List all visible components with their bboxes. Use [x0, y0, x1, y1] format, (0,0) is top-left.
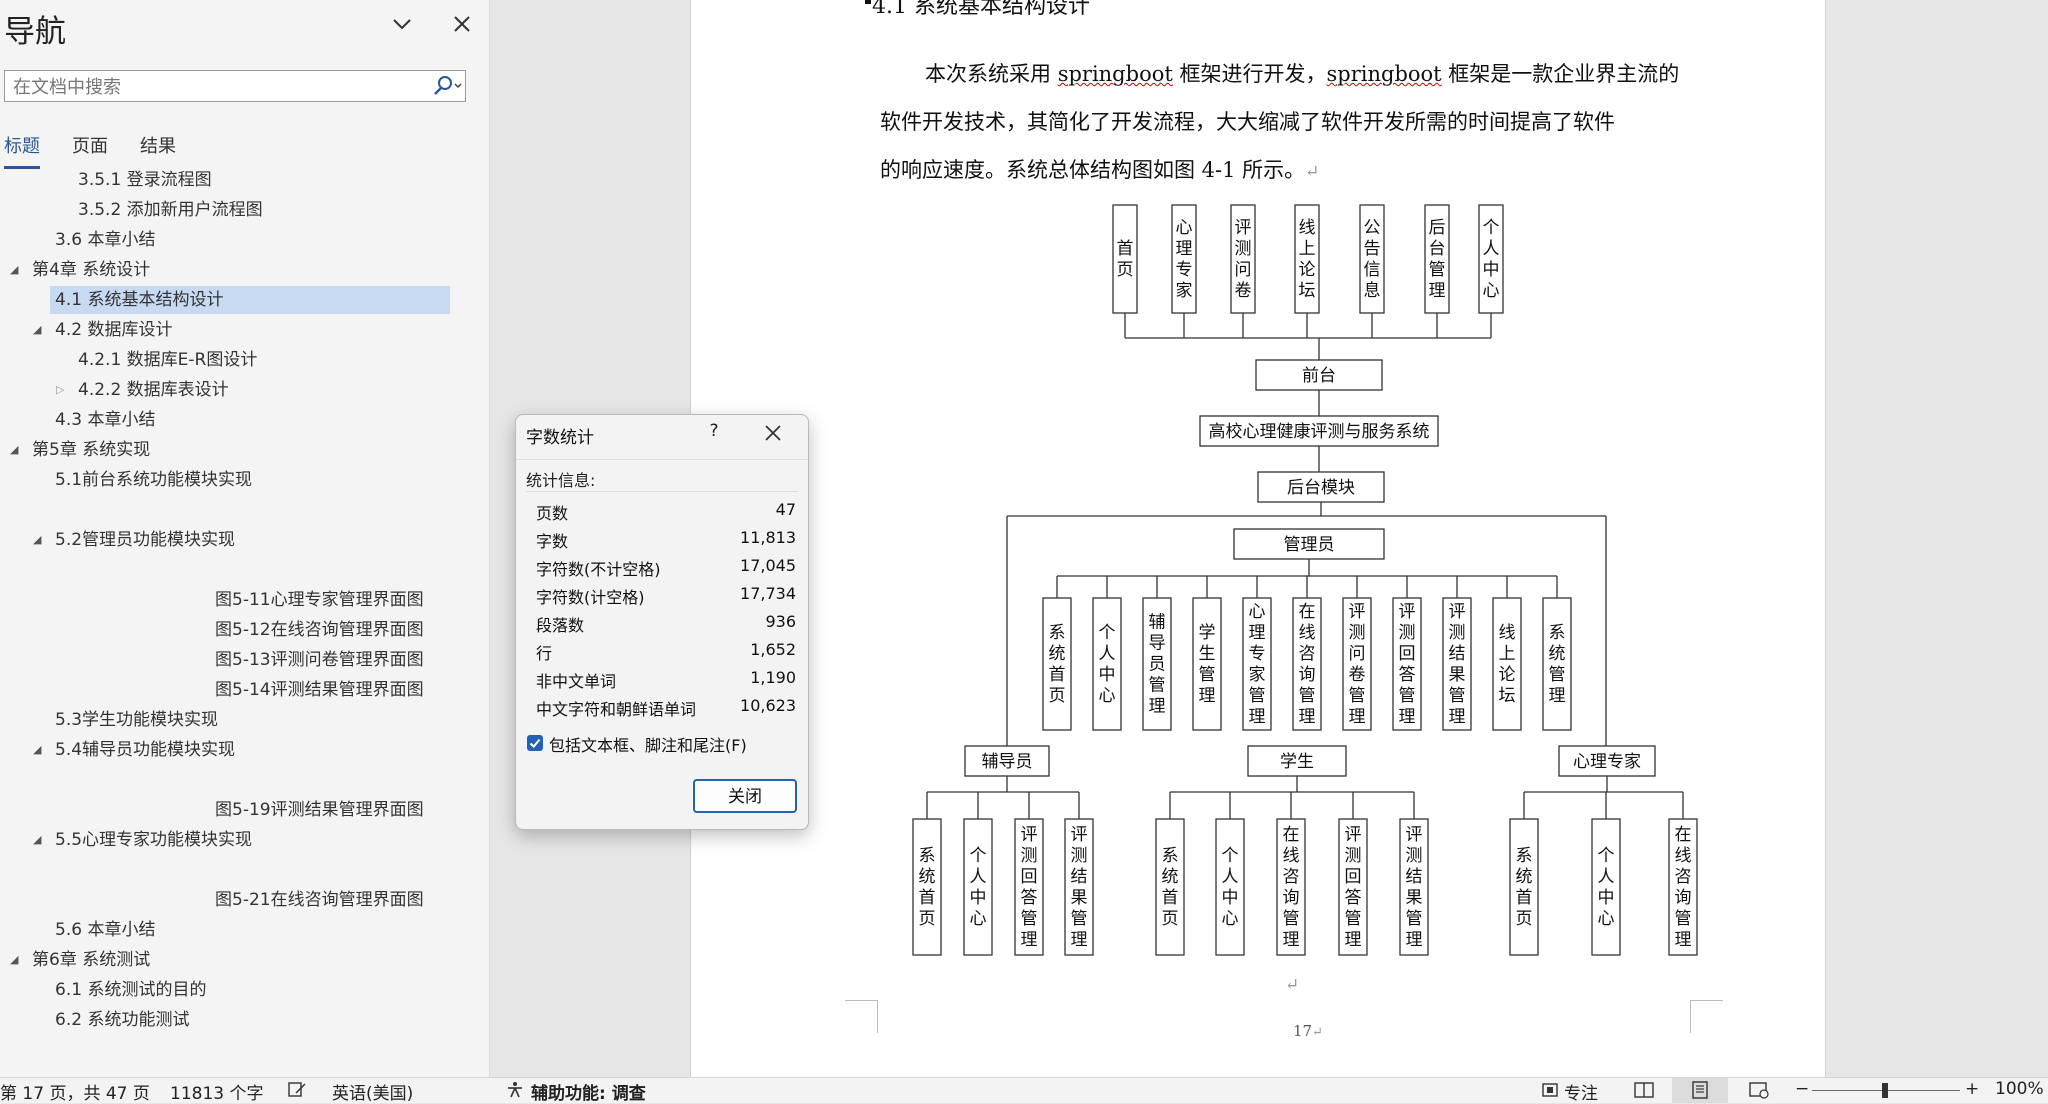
stat-row: 字数 11,813 — [536, 528, 796, 551]
tree-item[interactable]: 3.5.2 添加新用户流程图 — [78, 196, 263, 224]
expanded-triangle-icon[interactable]: ◢ — [33, 736, 41, 764]
tab-pages[interactable]: 页面 — [72, 132, 108, 166]
zoom-slider-thumb[interactable] — [1882, 1083, 1888, 1098]
navigation-pane: 导航 标题 页面 结果 3.5.1 登录流程图 3.5.2 添加新用户流程图 3… — [0, 0, 490, 1077]
zoom-level[interactable]: 100% — [1995, 1079, 2044, 1099]
expanded-triangle-icon[interactable]: ◢ — [10, 256, 18, 284]
expanded-triangle-icon[interactable]: ◢ — [33, 826, 41, 854]
stat-row: 字符数(计空格) 17,734 — [536, 584, 796, 607]
collapsed-triangle-icon[interactable]: ▷ — [56, 376, 64, 404]
tab-headings[interactable]: 标题 — [4, 132, 40, 169]
status-bar: 第 17 页，共 47 页 11813 个字 英语(美国) 辅助功能: 调查 专… — [0, 1077, 2048, 1104]
crop-mark — [1690, 1000, 1723, 1033]
tree-item[interactable]: 图5-11心理专家管理界面图 — [215, 586, 424, 614]
tree-item[interactable]: 5.5心理专家功能模块实现 — [55, 826, 252, 854]
tree-item[interactable]: 图5-21在线咨询管理界面图 — [215, 886, 424, 914]
tree-item[interactable]: 第4章 系统设计 — [32, 256, 150, 284]
stats-label: 统计信息: — [526, 471, 596, 490]
zoom-out-button[interactable]: − — [1795, 1079, 1809, 1099]
paragraph-line: 软件开发技术，其简化了开发流程，大大缩减了软件开发所需的时间提高了软件 — [880, 110, 1615, 134]
tree-item[interactable]: 图5-14评测结果管理界面图 — [215, 676, 424, 704]
return-mark: ↵ — [1285, 975, 1300, 995]
expanded-triangle-icon[interactable]: ◢ — [10, 436, 18, 464]
tree-item[interactable]: 5.4辅导员功能模块实现 — [55, 736, 235, 764]
tree-item-selected[interactable]: 4.1 系统基本结构设计 — [50, 286, 450, 314]
expanded-triangle-icon[interactable]: ◢ — [33, 316, 41, 344]
print-layout-icon[interactable] — [1690, 1081, 1710, 1099]
tree-item[interactable]: 4.2.2 数据库表设计 — [78, 376, 229, 404]
tree-item[interactable]: 图5-13评测问卷管理界面图 — [215, 646, 424, 674]
close-icon[interactable] — [762, 422, 784, 444]
include-footnotes-label[interactable]: 包括文本框、脚注和尾注(F) — [549, 732, 747, 756]
expanded-triangle-icon[interactable]: ◢ — [33, 526, 41, 554]
zoom-in-button[interactable]: + — [1965, 1079, 1979, 1099]
checkmark-icon — [529, 738, 541, 748]
heading-bullet — [865, 0, 871, 4]
tree-item[interactable]: 第5章 系统实现 — [32, 436, 150, 464]
tree-item[interactable]: 5.2管理员功能模块实现 — [55, 526, 235, 554]
tree-item[interactable]: 5.3学生功能模块实现 — [55, 706, 218, 734]
stat-row: 非中文单词 1,190 — [536, 668, 796, 691]
tree-item[interactable]: 第6章 系统测试 — [32, 946, 150, 974]
stat-row: 行 1,652 — [536, 640, 796, 663]
section-heading: 4.1 系统基本结构设计 — [872, 0, 1090, 19]
tree-item[interactable]: 3.6 本章小结 — [55, 226, 155, 254]
read-mode-icon[interactable] — [1633, 1081, 1655, 1099]
stat-row: 中文字符和朝鲜语单词 10,623 — [536, 696, 796, 719]
tree-item[interactable]: 图5-19评测结果管理界面图 — [215, 796, 424, 824]
close-button[interactable]: 关闭 — [693, 779, 797, 813]
divider — [526, 491, 798, 492]
close-icon[interactable] — [448, 10, 476, 38]
tree-item[interactable]: 5.6 本章小结 — [55, 916, 155, 944]
dialog-title: 字数统计 — [526, 428, 594, 448]
tree-item[interactable]: 5.1前台系统功能模块实现 — [55, 466, 252, 494]
tab-results[interactable]: 结果 — [140, 132, 176, 166]
language-status[interactable]: 英语(美国) — [332, 1079, 413, 1104]
crop-mark — [845, 1000, 878, 1033]
focus-mode-button[interactable]: 专注 — [1564, 1079, 1598, 1104]
paragraph-line: 本次系统采用 springboot 框架进行开发，springboot 框架是一… — [925, 62, 1680, 86]
search-box — [4, 70, 466, 102]
help-button[interactable]: ? — [702, 421, 726, 441]
tree-item[interactable]: 4.2 数据库设计 — [55, 316, 172, 344]
tree-item[interactable]: 6.1 系统测试的目的 — [55, 976, 206, 1004]
search-icon[interactable] — [429, 74, 465, 98]
paragraph-line: 的响应速度。系统总体结构图如图 4-1 所示。↵ — [880, 158, 1320, 182]
stat-row: 字符数(不计空格) 17,045 — [536, 556, 796, 579]
tree-item[interactable]: 4.2.1 数据库E-R图设计 — [78, 346, 257, 374]
include-footnotes-checkbox[interactable] — [527, 735, 543, 751]
page-count-status[interactable]: 第 17 页，共 47 页 — [0, 1079, 150, 1104]
divider — [516, 459, 808, 460]
heading-tree: 3.5.1 登录流程图 3.5.2 添加新用户流程图 3.6 本章小结 ◢ 第4… — [0, 166, 489, 1066]
tree-item[interactable]: 3.5.1 登录流程图 — [78, 166, 212, 194]
proofing-icon[interactable] — [287, 1081, 307, 1099]
page-number: 17↵ — [1293, 1022, 1323, 1040]
accessibility-status[interactable]: 辅助功能: 调查 — [531, 1079, 646, 1104]
tree-item[interactable]: 4.3 本章小结 — [55, 406, 155, 434]
accessibility-icon[interactable] — [505, 1081, 525, 1099]
word-count-dialog: 字数统计 ? 统计信息: 页数 47 字数 11,813 字符数(不计空格) 17,0… — [515, 414, 809, 830]
stat-row: 段落数 936 — [536, 612, 796, 635]
focus-icon[interactable] — [1540, 1081, 1560, 1099]
tree-item[interactable]: 图5-12在线咨询管理界面图 — [215, 616, 424, 644]
stat-row: 页数 47 — [536, 500, 796, 523]
expanded-triangle-icon[interactable]: ◢ — [10, 946, 18, 974]
chevron-down-icon[interactable] — [388, 10, 416, 38]
word-count-status[interactable]: 11813 个字 — [170, 1079, 263, 1104]
tree-item[interactable]: 6.2 系统功能测试 — [55, 1006, 189, 1034]
search-input[interactable] — [11, 73, 415, 101]
nav-title: 导航 — [4, 14, 66, 50]
web-layout-icon[interactable] — [1748, 1081, 1770, 1099]
